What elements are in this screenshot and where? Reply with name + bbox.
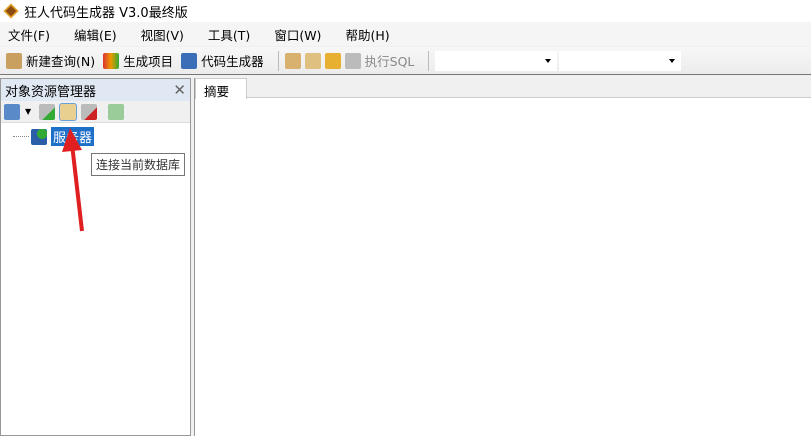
generate-project-label: 生成项目 [123,54,174,69]
server-icon [31,128,47,145]
refresh-icon[interactable] [108,103,125,120]
tree-line [13,136,29,137]
monitor-icon [181,52,198,69]
menu-view[interactable]: 视图(V) [141,25,184,44]
panel-header: 对象资源管理器 ✕ [1,79,190,101]
generate-project-icon [103,52,120,69]
object-explorer-panel: 对象资源管理器 ✕ ▼ 服务器 连接当前数据库 [0,78,191,436]
menu-help[interactable]: 帮助(H) [345,25,389,44]
database-select[interactable] [435,50,558,71]
table-select[interactable] [559,50,682,71]
red-arrow-annotation [62,128,84,232]
connect-database-icon[interactable] [59,102,78,121]
menu-file[interactable]: 文件(F) [8,25,50,44]
code-generator-button[interactable]: 代码生成器 [181,51,264,70]
menu-window[interactable]: 窗口(W) [274,25,321,44]
menu-tools[interactable]: 工具(T) [208,25,250,44]
close-icon[interactable]: ✕ [173,81,186,99]
chevron-down-icon [669,58,676,63]
connect-dropdown-icon[interactable] [4,103,20,120]
add-database-icon[interactable] [39,103,56,120]
explorer-toolbar: ▼ [1,101,190,123]
main-toolbar: 新建查询(N) 生成项目 代码生成器 执行SQL [0,47,811,75]
toolbar-separator [428,50,430,71]
new-query-label: 新建查询(N) [26,54,96,69]
script-icon[interactable] [304,52,321,69]
database-table-icon[interactable] [324,52,341,69]
chevron-down-icon[interactable]: ▼ [25,107,31,116]
app-icon [3,3,19,19]
object-tree: 服务器 连接当前数据库 [1,123,190,433]
title-bar: 狂人代码生成器 V3.0最终版 [0,0,811,22]
tooltip: 连接当前数据库 [91,153,186,176]
remove-database-icon[interactable] [81,103,98,120]
document-area: 摘要 [194,78,811,436]
code-generator-label: 代码生成器 [201,54,264,69]
execute-icon [344,52,361,69]
menu-bar: 文件(F) 编辑(E) 视图(V) 工具(T) 窗口(W) 帮助(H) [0,22,811,46]
panel-title: 对象资源管理器 [5,84,97,100]
new-query-icon [6,52,22,69]
tab-summary[interactable]: 摘要 [195,78,247,99]
toolbar-separator [277,50,279,71]
tab-strip: 摘要 [195,78,811,99]
new-query-button[interactable]: 新建查询(N) [6,51,95,70]
menu-edit[interactable]: 编辑(E) [74,25,117,44]
execute-sql-button[interactable]: 执行SQL [344,51,415,70]
chevron-down-icon [545,58,552,63]
execute-sql-label: 执行SQL [364,54,415,69]
window-title: 狂人代码生成器 V3.0最终版 [24,5,188,21]
tool-icon[interactable] [284,52,301,69]
generate-project-button[interactable]: 生成项目 [103,51,173,70]
